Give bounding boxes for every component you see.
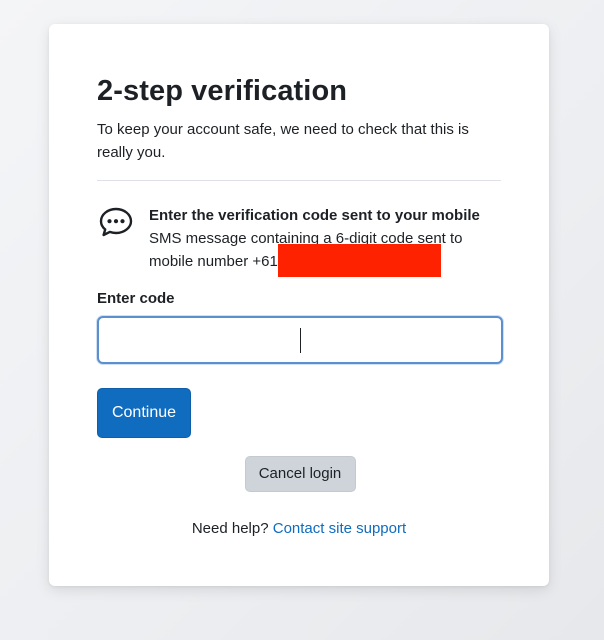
verification-card: 2-step verification To keep your account… <box>49 24 549 586</box>
help-prefix: Need help? <box>191 520 269 537</box>
text-caret <box>300 328 301 353</box>
page-title: 2-step verification <box>97 75 348 107</box>
continue-button[interactable]: Continue <box>97 388 191 438</box>
method-heading: Enter the verification code sent to your… <box>149 207 480 224</box>
cancel-login-button[interactable]: Cancel login <box>244 456 356 492</box>
code-label: Enter code <box>97 290 175 307</box>
redaction-block <box>278 244 441 277</box>
sms-chat-bubble-icon <box>99 207 135 243</box>
code-input-container <box>97 316 505 364</box>
contact-support-link[interactable]: Contact site support <box>273 520 406 537</box>
divider <box>97 180 501 181</box>
help-row: Need help? Contact site support <box>97 518 501 540</box>
cancel-row: Cancel login <box>97 456 501 492</box>
intro-text: To keep your account safe, we need to ch… <box>97 121 469 161</box>
code-input[interactable] <box>99 318 505 364</box>
